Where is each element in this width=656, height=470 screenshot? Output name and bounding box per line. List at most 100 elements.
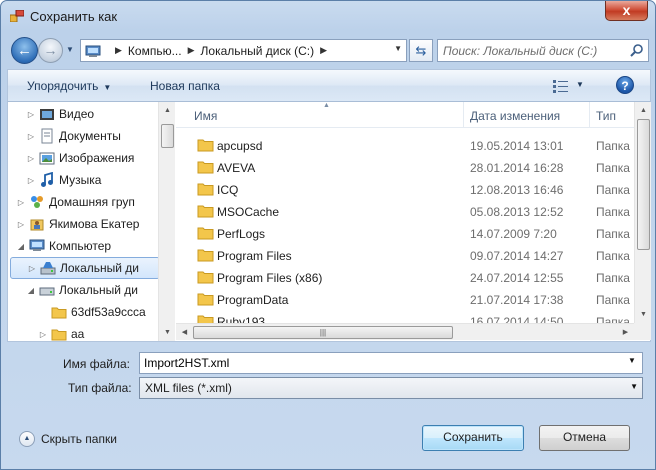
- tree-item[interactable]: ▷ Изображения: [26, 147, 135, 169]
- history-dropdown-icon[interactable]: ▼: [66, 45, 74, 54]
- navigation-pane: ▷ Видео ▷ Документы ▷ Изображения ▷ Музыка ▷ Дома…: [8, 102, 175, 341]
- file-type: Папка: [596, 293, 630, 307]
- filetype-select[interactable]: XML files (*.xml) ▼: [139, 377, 643, 399]
- title-bar: Сохранить как x: [1, 1, 655, 31]
- file-name: MSOCache: [217, 205, 280, 219]
- address-bar[interactable]: ▶ Компью... ▶ Локальный диск (C:) ▶ ▼: [80, 39, 407, 62]
- computer-icon: [85, 45, 101, 57]
- cancel-button[interactable]: Отмена: [539, 425, 630, 451]
- search-box: [437, 39, 649, 62]
- navigation-bar: ← → ▼ ▶ Компью... ▶ Локальный диск (C:) …: [7, 33, 651, 67]
- expand-arrow-icon[interactable]: ▷: [26, 132, 36, 141]
- refresh-button[interactable]: ⇆: [409, 39, 433, 62]
- close-button[interactable]: x: [605, 1, 648, 21]
- documents-library-icon: [41, 128, 53, 144]
- back-button[interactable]: ←: [11, 37, 38, 64]
- folder-icon: [51, 307, 67, 319]
- tree-item-label: Музыка: [59, 173, 102, 187]
- tree-item[interactable]: ◢ Локальный ди: [26, 279, 138, 301]
- file-row[interactable]: PerfLogs 14.07.2009 7:20 Папка: [176, 223, 634, 245]
- expand-arrow-icon[interactable]: ▷: [26, 154, 36, 163]
- search-icon[interactable]: [630, 44, 643, 57]
- file-list-vertical-scrollbar[interactable]: ▲ ▼: [634, 102, 651, 323]
- column-divider[interactable]: [589, 102, 590, 128]
- expand-arrow-icon[interactable]: ▷: [16, 220, 26, 229]
- column-date[interactable]: Дата изменения: [470, 109, 560, 123]
- file-row[interactable]: ICQ 12.08.2013 16:46 Папка: [176, 179, 634, 201]
- tree-item-label: Изображения: [59, 151, 135, 165]
- help-button[interactable]: ?: [616, 76, 634, 94]
- computer-icon: [29, 239, 45, 251]
- folder-icon: [197, 227, 214, 240]
- column-type[interactable]: Тип: [596, 109, 616, 123]
- column-divider[interactable]: [463, 102, 464, 128]
- breadcrumb-separator-icon: ▶: [320, 45, 327, 55]
- folder-icon: [197, 205, 214, 218]
- nav-pane-scrollbar[interactable]: ▲ ▼: [158, 102, 175, 341]
- tree-item[interactable]: ▷ Якимова Екатер: [16, 213, 140, 235]
- filename-input[interactable]: [139, 352, 643, 374]
- expand-arrow-icon[interactable]: ▷: [27, 264, 37, 273]
- tree-item[interactable]: 63df53a9ccca: [38, 301, 146, 323]
- scrollbar-thumb[interactable]: [161, 124, 174, 148]
- drive-icon: [39, 287, 55, 296]
- file-row[interactable]: apcupsd 19.05.2014 13:01 Папка: [176, 135, 634, 157]
- new-folder-button[interactable]: Новая папка: [150, 79, 220, 93]
- file-date: 28.01.2014 16:28: [470, 161, 564, 175]
- scroll-right-icon[interactable]: ▶: [617, 324, 634, 341]
- breadcrumb-local-disk[interactable]: Локальный диск (C:): [201, 44, 315, 58]
- organize-menu[interactable]: Упорядочить ▼: [27, 79, 111, 93]
- tree-item-label: Видео: [59, 107, 95, 121]
- scrollbar-thumb[interactable]: |||: [193, 326, 453, 339]
- expand-arrow-icon[interactable]: ◢: [16, 242, 26, 251]
- tree-item[interactable]: ▷ Локальный ди: [10, 257, 160, 279]
- tree-item[interactable]: ▷ aa: [38, 323, 84, 341]
- expand-arrow-icon[interactable]: ▷: [26, 110, 36, 119]
- scrollbar-thumb[interactable]: [637, 119, 650, 250]
- tree-item[interactable]: ▷ Музыка: [26, 169, 101, 191]
- file-row[interactable]: ProgramData 21.07.2014 17:38 Папка: [176, 289, 634, 311]
- tree-item[interactable]: ▷ Домашняя груп: [16, 191, 135, 213]
- tree-item[interactable]: ▷ Видео: [26, 103, 94, 125]
- expand-arrow-icon[interactable]: ▷: [38, 330, 48, 339]
- search-input[interactable]: [443, 44, 623, 58]
- expand-arrow-icon[interactable]: ▷: [16, 198, 26, 207]
- column-name[interactable]: Имя: [194, 109, 217, 123]
- file-date: 09.07.2014 14:27: [470, 249, 564, 263]
- tree-item[interactable]: ▷ Документы: [26, 125, 121, 147]
- scroll-left-icon[interactable]: ◀: [176, 324, 193, 341]
- breadcrumb-computer[interactable]: Компью...: [128, 44, 182, 58]
- scroll-down-icon[interactable]: ▼: [635, 306, 652, 323]
- command-bar: Упорядочить ▼ Новая папка ▼ ?: [7, 69, 651, 102]
- expand-arrow-icon[interactable]: ◢: [26, 286, 36, 295]
- file-row[interactable]: Program Files 09.07.2014 14:27 Папка: [176, 245, 634, 267]
- file-date: 12.08.2013 16:46: [470, 183, 564, 197]
- folder-icon: [197, 293, 214, 306]
- music-library-icon: [41, 172, 53, 187]
- filetype-label: Тип файла:: [68, 381, 132, 395]
- tree-item[interactable]: ◢ Компьютер: [16, 235, 111, 257]
- scroll-up-icon[interactable]: ▲: [635, 102, 652, 119]
- tree-item-label: Компьютер: [49, 239, 112, 253]
- file-date: 05.08.2013 12:52: [470, 205, 564, 219]
- file-date: 24.07.2014 12:55: [470, 271, 564, 285]
- user-folder-icon: [30, 219, 44, 231]
- view-dropdown-icon[interactable]: ▼: [576, 80, 584, 89]
- file-name: AVEVA: [217, 161, 256, 175]
- save-button[interactable]: Сохранить: [422, 425, 524, 451]
- hide-folders-toggle[interactable]: ▲ Скрыть папки: [19, 431, 117, 447]
- address-dropdown-icon[interactable]: ▼: [394, 44, 402, 53]
- file-row[interactable]: Program Files (x86) 24.07.2014 12:55 Папка: [176, 267, 634, 289]
- collapse-up-icon: ▲: [19, 431, 35, 447]
- tree-item-label: aa: [71, 327, 85, 341]
- forward-button[interactable]: →: [38, 38, 63, 63]
- view-options-icon[interactable]: [552, 79, 570, 93]
- file-list-horizontal-scrollbar[interactable]: ◀ ||| ▶: [176, 323, 634, 340]
- expand-arrow-icon[interactable]: ▷: [26, 176, 36, 185]
- scroll-down-icon[interactable]: ▼: [159, 324, 175, 341]
- scroll-up-icon[interactable]: ▲: [159, 102, 175, 119]
- file-row[interactable]: AVEVA 28.01.2014 16:28 Папка: [176, 157, 634, 179]
- filename-dropdown-icon[interactable]: ▼: [628, 356, 636, 365]
- file-row[interactable]: MSOCache 05.08.2013 12:52 Папка: [176, 201, 634, 223]
- chevron-down-icon: ▼: [103, 83, 112, 92]
